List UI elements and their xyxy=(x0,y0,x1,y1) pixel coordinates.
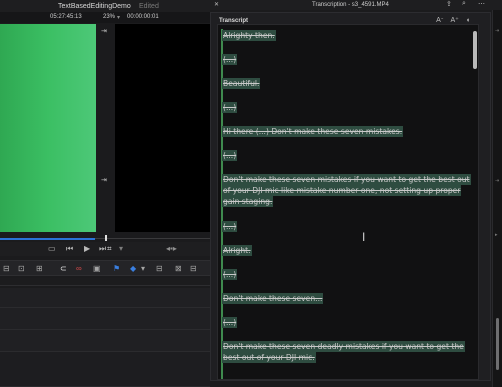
zoom-level[interactable]: 23% xyxy=(103,14,115,20)
zoom-out-timeline-icon[interactable]: ⊟ xyxy=(190,264,197,273)
loop-icon[interactable]: ▭ xyxy=(48,244,56,253)
flag-icon[interactable]: ⚑ xyxy=(113,264,120,273)
transcript-scrollbar[interactable] xyxy=(473,31,477,69)
transport-controls: ▭ ⏮ ▶ ⏭ ⌗ ▾ ◂▪▸ xyxy=(0,242,210,256)
insert-clip-icon[interactable]: ⊡ xyxy=(18,264,25,273)
marker-dropdown-icon[interactable]: ▾ xyxy=(141,264,145,273)
zoom-dropdown-icon[interactable]: ▾ xyxy=(117,14,120,21)
scrubber-progress xyxy=(0,238,95,240)
edit-toolbar: ⊟ ⊡ ⊞ ⊂ ∞ ▣ ⚑ ◆ ▾ ⊟ ⊠ ⊟ xyxy=(0,260,210,276)
transcript-paragraph[interactable]: Don't make these seven deadly mistakes i… xyxy=(222,341,472,363)
out-point-icon[interactable]: ⇥ xyxy=(495,178,501,184)
chevron-down-icon[interactable]: ▾ xyxy=(119,244,123,253)
search-icon[interactable]: ⌕ xyxy=(462,0,466,8)
snapping-icon[interactable]: ⊂ xyxy=(60,264,67,273)
transcript-paragraph[interactable]: (...) xyxy=(222,221,472,232)
timeline-track-4[interactable] xyxy=(0,352,210,387)
transcript-paragraph[interactable]: (...) xyxy=(222,102,472,113)
timeline-ruler[interactable] xyxy=(0,278,210,286)
side-scrollbar[interactable] xyxy=(496,318,499,370)
transcript-paragraph[interactable]: Alrighty then. xyxy=(222,30,472,41)
transcript-paragraph[interactable]: Don't make these seven... xyxy=(222,293,472,304)
project-status: Edited xyxy=(139,2,159,10)
timeline-viewer[interactable] xyxy=(115,24,210,232)
timeline-view-icon[interactable]: ⊟ xyxy=(3,264,10,273)
out-point-icon[interactable]: ⇥ xyxy=(101,176,107,184)
lock-icon[interactable]: ▣ xyxy=(93,264,101,273)
transcript-paragraph[interactable]: (...) xyxy=(222,269,472,280)
app-root: TextBasedEditingDemo Edited 05:27:45:13 … xyxy=(0,0,502,387)
project-title-bar: TextBasedEditingDemo Edited xyxy=(0,0,210,12)
timeline-track-1[interactable] xyxy=(0,288,210,308)
transcript-window-title: Transcription - s3_4591.MP4 xyxy=(312,2,389,8)
increase-font-icon[interactable]: A⁺ xyxy=(450,17,458,24)
zoom-in-timeline-icon[interactable]: ⊟ xyxy=(156,264,163,273)
go-to-start-icon[interactable]: ⏮ xyxy=(66,244,73,254)
match-frame-icon[interactable]: ◂▪▸ xyxy=(166,244,177,253)
transcript-tools: Aᐨ A⁺ ◖ xyxy=(431,16,470,24)
in-point-icon[interactable]: ⇥ xyxy=(495,28,501,34)
transcript-paragraph[interactable]: Hi there (...) Don't make these seven mi… xyxy=(222,126,472,137)
text-cursor-icon: I xyxy=(362,230,366,244)
share-icon[interactable]: ⇪ xyxy=(446,0,452,8)
overwrite-clip-icon[interactable]: ⊞ xyxy=(36,264,43,273)
source-timecode[interactable]: 05:27:45:13 xyxy=(50,14,82,20)
more-options-icon[interactable]: ⋯ xyxy=(478,0,485,8)
transcript-paragraph[interactable]: Alright. xyxy=(222,245,472,256)
play-icon[interactable]: ▶ xyxy=(84,244,90,253)
transcript-paragraph[interactable]: Beautiful. xyxy=(222,78,472,89)
decrease-font-icon[interactable]: Aᐨ xyxy=(436,17,443,24)
viewer-timecode-bar: 05:27:45:13 23% ▾ 00:00:00:01 xyxy=(0,12,210,23)
marker-icon[interactable]: ◆ xyxy=(130,264,136,273)
transcript-text-area[interactable]: Alrighty then. (...) Beautiful. (...) Hi… xyxy=(217,24,479,380)
linked-selection-icon[interactable]: ∞ xyxy=(76,264,82,273)
record-timecode[interactable]: 00:00:00:01 xyxy=(127,14,159,20)
go-to-end-icon[interactable]: ⏭ xyxy=(99,244,106,254)
transcript-paragraph[interactable]: Don't make these seven mistakes if you w… xyxy=(222,174,472,207)
transcript-paragraph[interactable]: (...) xyxy=(222,150,472,161)
options-icon[interactable]: ◖ xyxy=(466,17,470,24)
viewer-gutter-right xyxy=(101,24,115,232)
source-viewer[interactable] xyxy=(0,24,96,232)
timeline-track-3[interactable] xyxy=(0,330,210,352)
zoom-custom-icon[interactable]: ⊠ xyxy=(175,264,182,273)
project-name: TextBasedEditingDemo xyxy=(58,2,131,10)
transcript-paragraph[interactable]: (...) xyxy=(222,54,472,65)
fit-frame-icon[interactable]: ⌗ xyxy=(107,244,112,254)
close-icon[interactable]: ✕ xyxy=(214,1,219,8)
playhead-marker[interactable] xyxy=(105,235,107,241)
timeline-track-2[interactable] xyxy=(0,308,210,330)
transcript-window-header: ✕ Transcription - s3_4591.MP4 ⇪ ⌕ ⋯ xyxy=(210,0,502,10)
chevron-right-icon[interactable]: ▸ xyxy=(495,232,501,238)
transcript-paragraph[interactable]: (...) xyxy=(222,317,472,328)
in-point-icon[interactable]: ⇥ xyxy=(101,27,107,35)
